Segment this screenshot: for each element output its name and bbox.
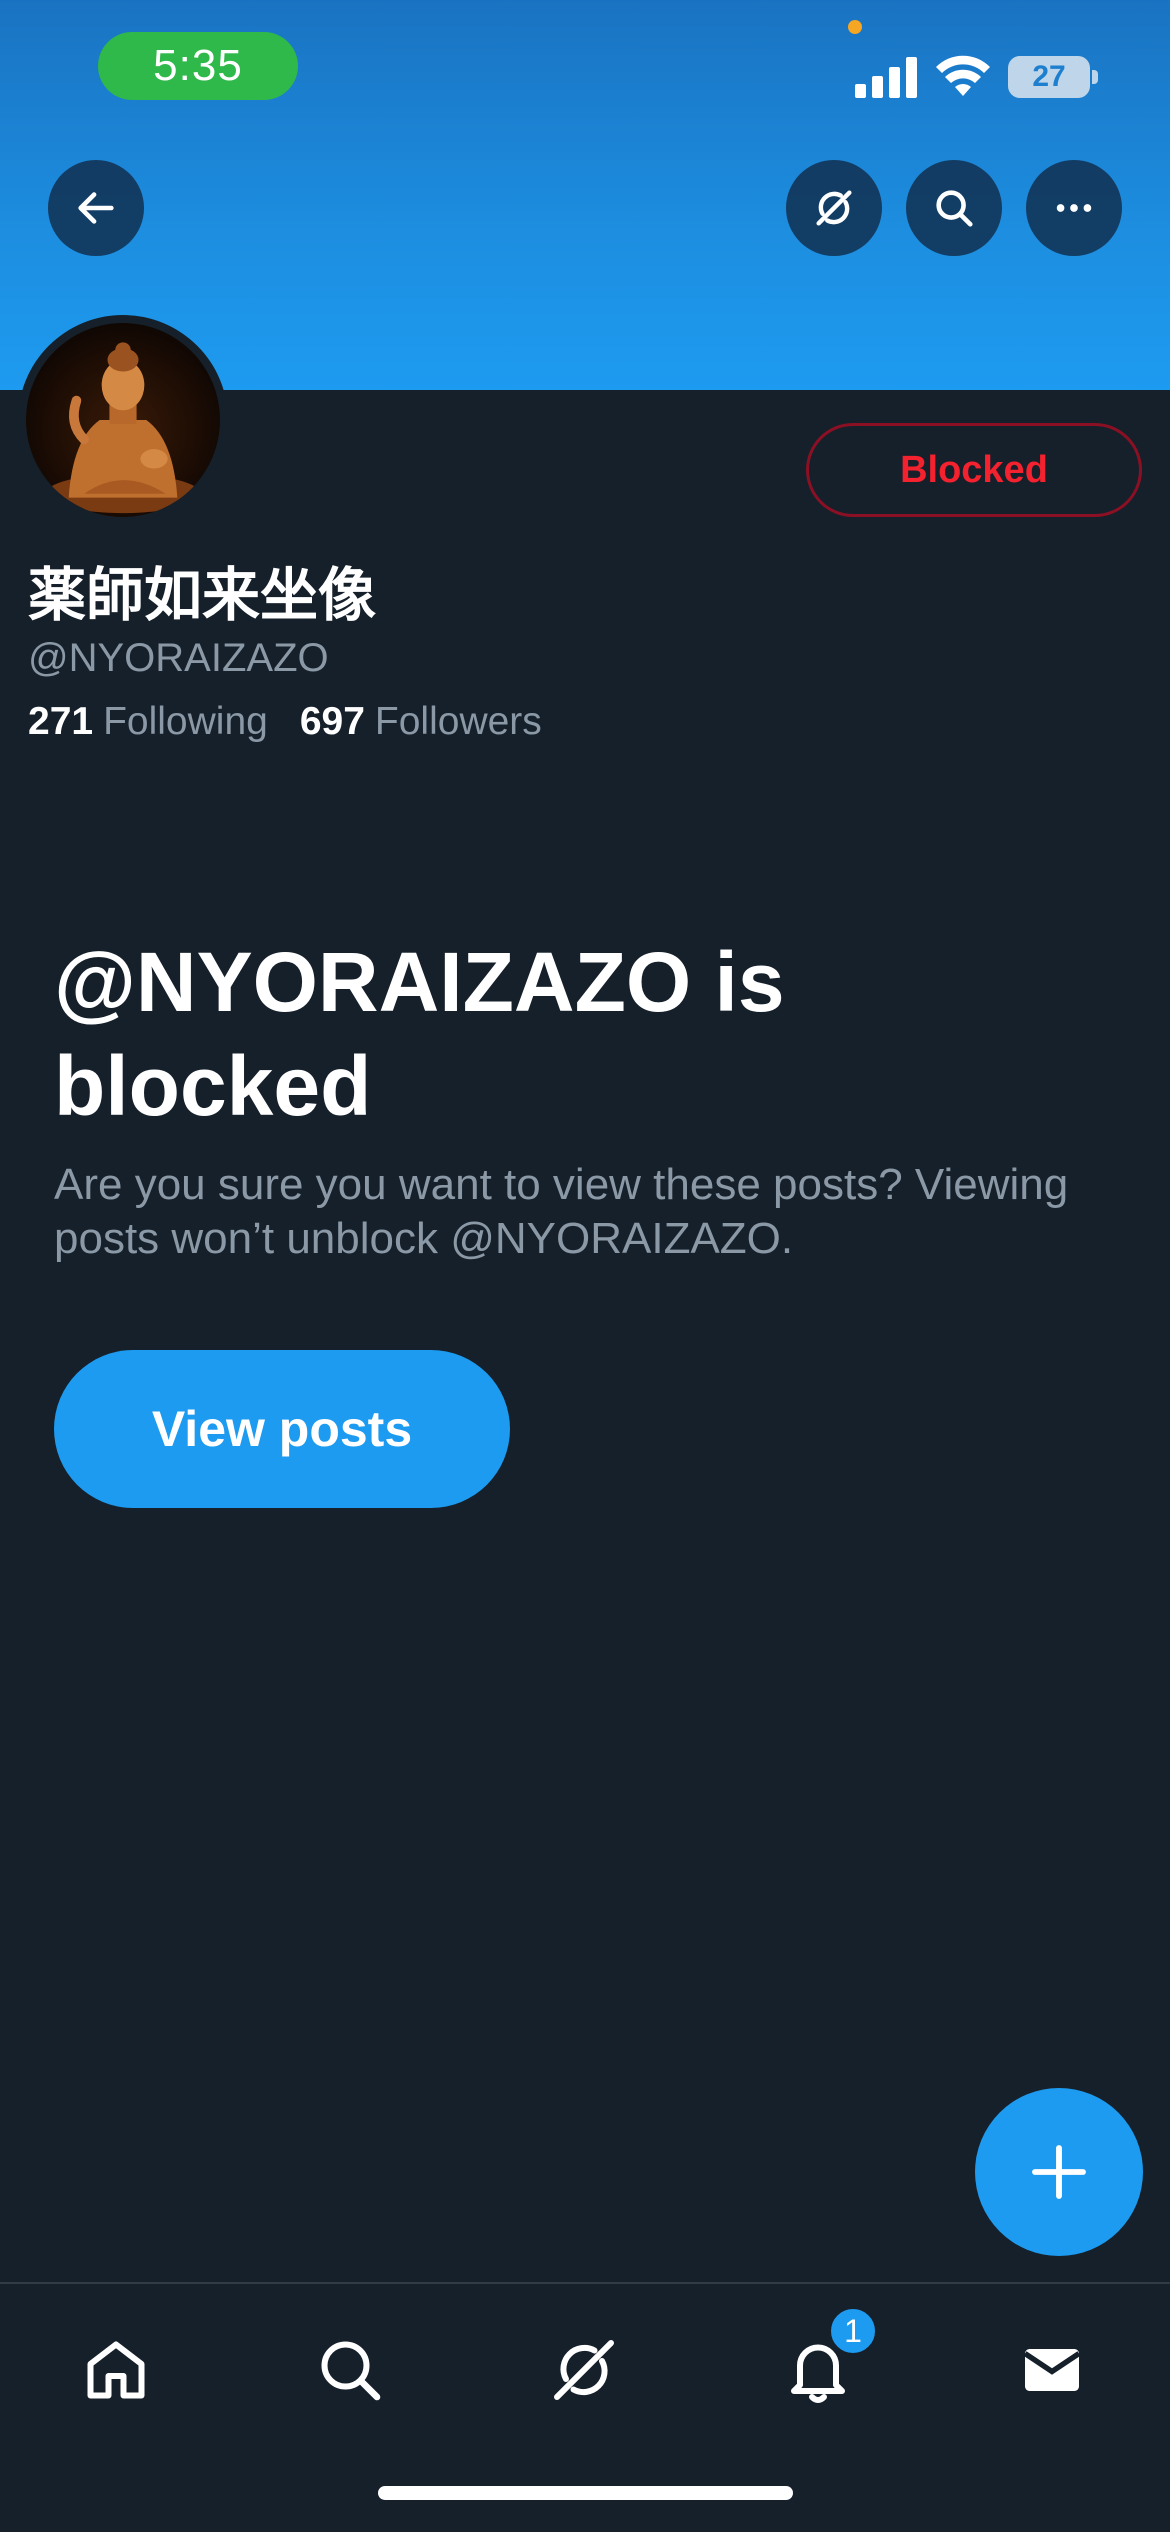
plus-icon <box>1032 2145 1086 2199</box>
messages-icon <box>1023 2349 1081 2391</box>
more-icon <box>1056 204 1092 212</box>
avatar[interactable] <box>18 315 228 525</box>
nav-search[interactable] <box>300 2320 400 2420</box>
following-link[interactable]: 271 Following <box>28 700 268 744</box>
profile-page: 5:35 27 Blocked 薬師如来坐像 @NYORAIZAZO 271 F… <box>0 0 1170 2532</box>
privacy-indicator-dot <box>848 20 862 34</box>
buddha-statue-image <box>45 342 201 514</box>
home-indicator <box>378 2486 793 2500</box>
battery-icon: 27 <box>1008 56 1090 98</box>
status-time: 5:35 <box>98 32 298 100</box>
search-button[interactable] <box>906 160 1002 256</box>
view-posts-button[interactable]: View posts <box>54 1350 510 1508</box>
followers-count: 697 <box>299 700 365 743</box>
back-button[interactable] <box>48 160 144 256</box>
followers-label: Followers <box>374 700 542 743</box>
followers-link[interactable]: 697 Followers <box>300 700 542 744</box>
nav-grok[interactable] <box>534 2320 634 2420</box>
search-icon <box>321 2341 381 2401</box>
blocked-button[interactable]: Blocked <box>806 423 1142 517</box>
buddha-statue-avatar <box>26 323 220 517</box>
nav-home[interactable] <box>66 2320 166 2420</box>
nav-messages[interactable] <box>1002 2320 1102 2420</box>
more-button[interactable] <box>1026 160 1122 256</box>
display-name: 薬師如来坐像 <box>28 561 377 629</box>
signal-icon <box>855 57 917 98</box>
grok-button[interactable] <box>786 160 882 256</box>
notification-badge: 1 <box>828 2306 878 2356</box>
profile-handle: @NYORAIZAZO <box>28 636 329 680</box>
battery-tip <box>1092 70 1098 84</box>
wifi-icon <box>936 55 990 96</box>
blocked-notice-description: Are you sure you want to view these post… <box>54 1160 1069 1263</box>
follow-stats: 271 Following 697 Followers <box>28 700 542 744</box>
compose-post-button[interactable] <box>975 2088 1143 2256</box>
blocked-notice-title: @NYORAIZAZO is blocked <box>54 935 785 1133</box>
grok-icon <box>554 2340 614 2400</box>
following-label: Following <box>103 700 268 743</box>
grok-icon <box>816 190 852 226</box>
following-count: 271 <box>28 700 94 743</box>
home-icon <box>87 2341 145 2399</box>
search-icon <box>936 190 973 227</box>
back-arrow-icon <box>78 192 114 224</box>
